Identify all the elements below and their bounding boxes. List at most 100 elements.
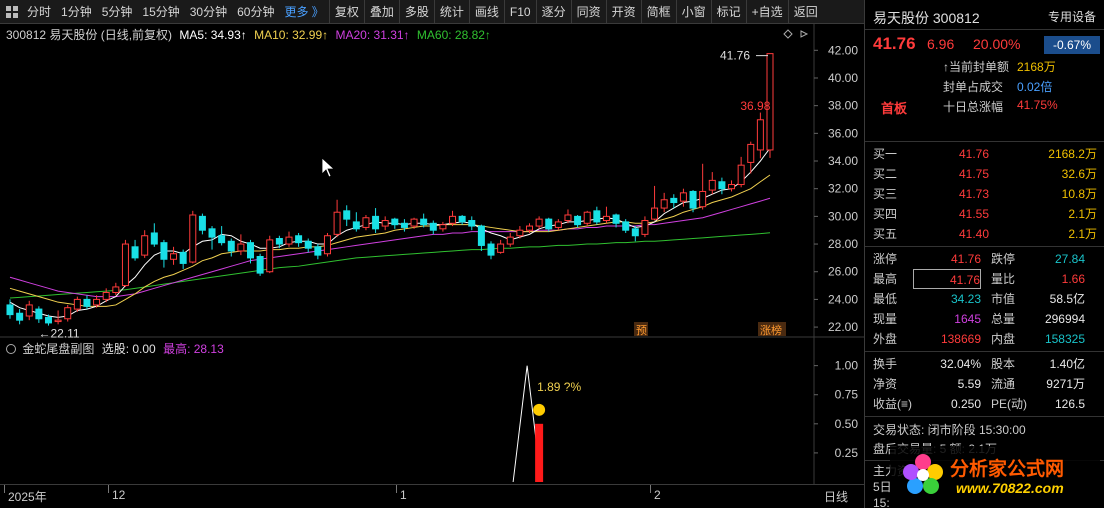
- candle-body[interactable]: [439, 224, 447, 230]
- candle-body[interactable]: [362, 217, 370, 228]
- candle-body[interactable]: [73, 298, 81, 310]
- toolbar-item-14[interactable]: 同资: [570, 0, 606, 24]
- toolbar-item-7[interactable]: 复权: [328, 0, 364, 24]
- candle-body[interactable]: [535, 218, 543, 227]
- kline-chart-svg[interactable]: 42.00 40.00 38.00 36.00 34.00 32.00 30.00 28.00…: [0, 24, 864, 508]
- candle-body[interactable]: [237, 243, 245, 252]
- toolbar-item-13[interactable]: 逐分: [535, 0, 571, 24]
- book-row[interactable]: 买三 41.73 10.8万: [865, 184, 1104, 204]
- grid-menu-icon[interactable]: [6, 5, 18, 18]
- toolbar-item-15[interactable]: 开资: [605, 0, 641, 24]
- candle-body[interactable]: [64, 307, 72, 320]
- candle-body[interactable]: [150, 232, 158, 245]
- candle-body[interactable]: [410, 218, 418, 227]
- candle-body[interactable]: [247, 242, 255, 259]
- candle-body[interactable]: [593, 210, 601, 223]
- candle-body[interactable]: [718, 181, 726, 190]
- candle-body[interactable]: [679, 192, 687, 202]
- candle-body[interactable]: [304, 240, 312, 249]
- zhangbang-tag[interactable]: 涨榜: [760, 323, 782, 337]
- candle-body[interactable]: [131, 246, 139, 259]
- book-row[interactable]: 买五 41.40 2.1万: [865, 224, 1104, 244]
- candle-body[interactable]: [641, 220, 649, 235]
- candle-body[interactable]: [83, 298, 91, 307]
- sub-indicator-name[interactable]: 金蛇尾盘副图: [22, 342, 94, 356]
- book-row[interactable]: 买二 41.75 32.6万: [865, 164, 1104, 184]
- toolbar-item-5[interactable]: 60分钟: [232, 0, 279, 24]
- book-row[interactable]: 买四 41.55 2.1万: [865, 204, 1104, 224]
- toolbar-item-17[interactable]: 小窗: [675, 0, 711, 24]
- candle-body[interactable]: [44, 316, 52, 324]
- pre-tag[interactable]: 预: [636, 324, 647, 337]
- candle-body[interactable]: [497, 243, 505, 253]
- candle-body[interactable]: [651, 207, 659, 220]
- toolbar-item-18[interactable]: 标记: [710, 0, 746, 24]
- candle-body[interactable]: [333, 211, 341, 235]
- play-icon[interactable]: [800, 30, 809, 38]
- candle-body[interactable]: [689, 190, 697, 209]
- candle-body[interactable]: [554, 221, 562, 228]
- candle-body[interactable]: [525, 225, 533, 231]
- candle-body[interactable]: [477, 225, 485, 246]
- candle-body[interactable]: [631, 228, 639, 237]
- candle-body[interactable]: [208, 228, 216, 238]
- candle-body[interactable]: [35, 308, 43, 320]
- candle-body[interactable]: [227, 240, 235, 252]
- candle-body[interactable]: [699, 190, 707, 208]
- candle-body[interactable]: [256, 256, 264, 274]
- candle-body[interactable]: [564, 214, 572, 222]
- candle-body[interactable]: [574, 215, 582, 226]
- candle-body[interactable]: [6, 304, 14, 316]
- candle-body[interactable]: [602, 215, 610, 222]
- sub-red-bar[interactable]: [535, 423, 544, 482]
- candle-body[interactable]: [121, 243, 129, 287]
- candle-body[interactable]: [506, 236, 514, 245]
- candle-body[interactable]: [160, 242, 168, 260]
- candle-body[interactable]: [198, 215, 206, 231]
- candle-body[interactable]: [323, 235, 331, 255]
- candle-body[interactable]: [343, 210, 351, 220]
- toolbar-item-1[interactable]: 1分钟: [56, 0, 97, 24]
- candle-body[interactable]: [545, 218, 553, 230]
- toolbar-item-12[interactable]: F10: [503, 0, 536, 24]
- candle-body[interactable]: [670, 197, 678, 204]
- toolbar-item-4[interactable]: 30分钟: [185, 0, 232, 24]
- toolbar-item-11[interactable]: 画线: [468, 0, 504, 24]
- toolbar-item-0[interactable]: 分时: [22, 0, 56, 24]
- candle-body[interactable]: [54, 319, 62, 323]
- candle-body[interactable]: [747, 143, 755, 163]
- period-label[interactable]: 日线: [824, 488, 848, 505]
- candle-body[interactable]: [372, 215, 380, 230]
- candle-body[interactable]: [429, 222, 437, 231]
- candle-body[interactable]: [583, 211, 591, 224]
- candle-body[interactable]: [25, 304, 33, 317]
- candle-body[interactable]: [449, 215, 457, 224]
- candle-body[interactable]: [170, 253, 178, 260]
- candle-body[interactable]: [737, 164, 745, 186]
- candle-body[interactable]: [141, 235, 149, 256]
- toolbar-item-2[interactable]: 5分钟: [97, 0, 138, 24]
- sub-indicator-icon[interactable]: [6, 344, 16, 354]
- book-row[interactable]: 买一 41.76 2168.2万: [865, 144, 1104, 164]
- candle-body[interactable]: [391, 218, 399, 226]
- candle-body[interactable]: [756, 119, 764, 151]
- candle-body[interactable]: [314, 246, 322, 256]
- candle-body[interactable]: [381, 220, 389, 227]
- candle-body[interactable]: [622, 221, 630, 231]
- diamond-icon[interactable]: [783, 29, 793, 39]
- toolbar-item-10[interactable]: 统计: [433, 0, 469, 24]
- candle-body[interactable]: [660, 199, 668, 209]
- toolbar-item-19[interactable]: +自选: [745, 0, 788, 24]
- candle-body[interactable]: [352, 221, 360, 230]
- candle-body[interactable]: [285, 236, 293, 245]
- toolbar-item-9[interactable]: 多股: [398, 0, 434, 24]
- candle-body[interactable]: [112, 286, 120, 293]
- candle-body[interactable]: [218, 235, 226, 244]
- candle-body[interactable]: [295, 235, 303, 244]
- toolbar-item-16[interactable]: 简框: [640, 0, 676, 24]
- candle-body[interactable]: [102, 291, 110, 300]
- candle-body[interactable]: [728, 184, 736, 190]
- candle-body[interactable]: [468, 220, 476, 227]
- candle-body[interactable]: [487, 243, 495, 256]
- candle-body[interactable]: [516, 229, 524, 237]
